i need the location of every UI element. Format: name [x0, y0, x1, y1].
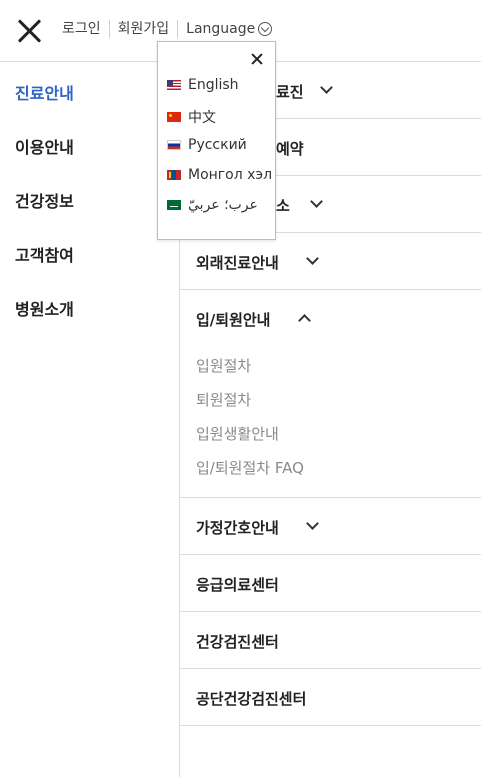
language-option-label: 中文	[188, 110, 216, 126]
leftnav-item-about[interactable]: 병원소개	[15, 296, 74, 320]
chevron-down-icon	[310, 195, 323, 208]
section-label: 응급의료센터	[196, 576, 279, 594]
section-label: 외래진료안내	[196, 254, 279, 272]
left-category-nav: 진료안내 이용안내 건강정보 고객참여 병원소개	[0, 62, 180, 777]
login-link[interactable]: 로그인	[62, 20, 109, 38]
leftnav-item-customer[interactable]: 고객참여	[15, 242, 74, 266]
section-label: 건강검진센터	[196, 633, 279, 651]
section-home-nursing[interactable]: 가정간호안내	[180, 498, 481, 555]
section-label: 소	[276, 197, 290, 215]
flag-cn-icon	[167, 112, 181, 122]
language-option-arabic[interactable]: عرب؛ عربيّ	[167, 197, 258, 213]
section-public-checkup[interactable]: 공단건강검진센터	[180, 669, 481, 726]
flag-mn-icon	[167, 170, 181, 180]
section-label: 예약	[276, 140, 304, 158]
section-outpatient[interactable]: 외래진료안내	[180, 233, 481, 290]
leftnav-item-care-guide[interactable]: 진료안내	[15, 80, 74, 104]
section-label: 입/퇴원안내	[196, 311, 271, 329]
close-icon[interactable]	[251, 53, 263, 65]
language-label: Language	[186, 21, 256, 37]
section-admission[interactable]: 입/퇴원안내	[180, 290, 481, 347]
submenu-label: 입원생활안내	[196, 425, 279, 443]
signup-link[interactable]: 회원가입	[108, 20, 178, 38]
submenu-label: 입/퇴원절차 FAQ	[196, 459, 304, 477]
submenu-label: 입원절차	[196, 357, 252, 375]
language-option-russian[interactable]: Русский	[167, 137, 247, 153]
section-admission-expanded: 입/퇴원안내 입원절차 퇴원절차 입원생활안내 입/퇴원절차 FAQ	[180, 290, 481, 498]
language-option-label: عرب؛ عربيّ	[188, 197, 258, 213]
language-option-english[interactable]: English	[167, 77, 239, 93]
submenu-item-admission-procedure[interactable]: 입원절차	[180, 347, 481, 381]
section-label: 공단건강검진센터	[196, 690, 307, 708]
section-label: 료진	[276, 83, 304, 101]
submenu-label: 퇴원절차	[196, 391, 252, 409]
section-health-checkup[interactable]: 건강검진센터	[180, 612, 481, 669]
close-menu-icon[interactable]	[16, 18, 42, 44]
language-selector[interactable]: Language	[177, 20, 280, 38]
leftnav-item-health-info[interactable]: 건강정보	[15, 188, 74, 212]
submenu-item-inpatient-life[interactable]: 입원생활안내	[180, 415, 481, 449]
leftnav-item-usage-guide[interactable]: 이용안내	[15, 134, 74, 158]
chevron-down-circle-icon	[258, 22, 273, 36]
language-option-chinese[interactable]: 中文	[167, 107, 216, 127]
language-option-label: Монгол хэл	[188, 167, 273, 183]
flag-us-icon	[167, 80, 181, 90]
chevron-down-icon	[320, 81, 333, 94]
section-label: 가정간호안내	[196, 519, 279, 537]
flag-ru-icon	[167, 140, 181, 150]
chevron-down-icon	[306, 517, 319, 530]
language-option-mongolian[interactable]: Монгол хэл	[167, 167, 272, 183]
submenu-item-discharge-procedure[interactable]: 퇴원절차	[180, 381, 481, 415]
language-option-label: English	[188, 77, 239, 93]
top-links: 로그인 회원가입 Language	[62, 20, 280, 38]
section-emergency[interactable]: 응급의료센터	[180, 555, 481, 612]
chevron-down-icon	[306, 252, 319, 265]
language-dropdown: English 中文 Русский Монгол хэл عرب؛ عربيّ	[157, 41, 276, 240]
language-option-label: Русский	[188, 137, 247, 153]
submenu-item-faq[interactable]: 입/퇴원절차 FAQ	[180, 449, 481, 483]
flag-sa-icon	[167, 200, 181, 210]
chevron-up-icon	[298, 314, 311, 327]
